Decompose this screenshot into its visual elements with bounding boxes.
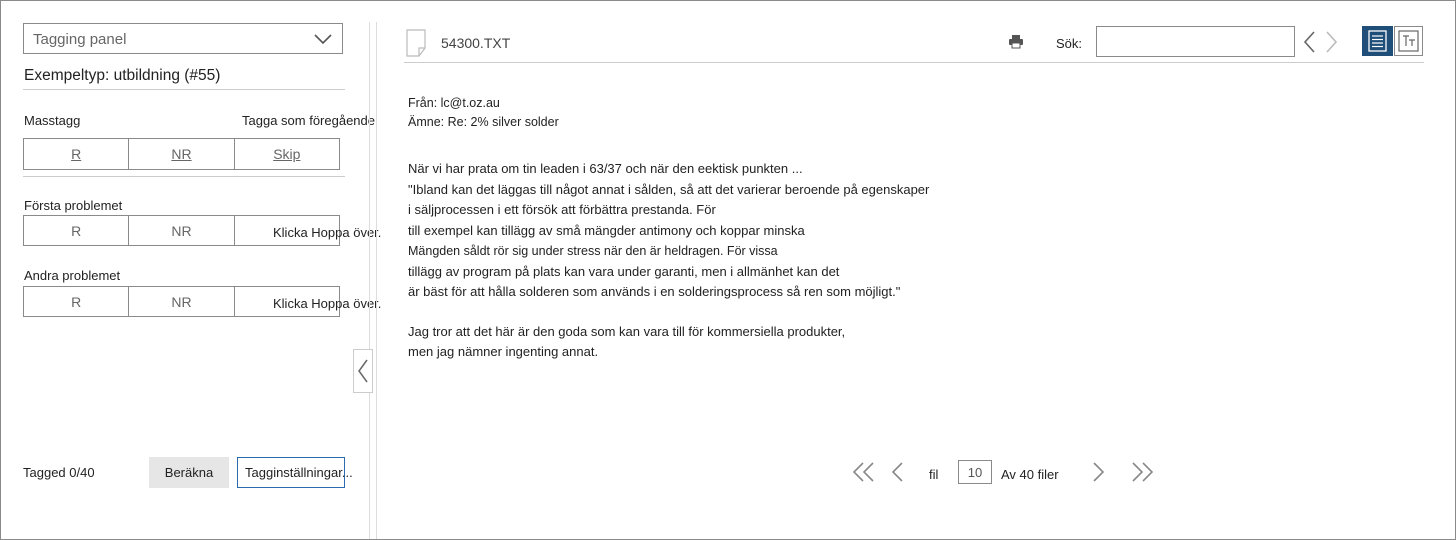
panel-splitter[interactable]	[369, 22, 370, 539]
first-page-icon[interactable]	[852, 461, 876, 483]
body-line: Mängden såldt rör sig under stress när d…	[408, 244, 778, 258]
text-format-icon	[1398, 30, 1419, 52]
page-number-input[interactable]	[958, 460, 992, 484]
divider	[23, 176, 345, 177]
body-line: till exempel kan tillägg av små mängder …	[408, 222, 805, 238]
body-line: tillägg av program på plats kan vara und…	[408, 263, 840, 279]
body-line: i säljprocessen i ett försök att förbätt…	[408, 202, 716, 217]
email-subject: Ämne: Re: 2% silver solder	[408, 114, 559, 129]
mass-tag-buttons: R NR Skip	[23, 138, 340, 170]
problem-2-label: Andra problemet	[24, 268, 121, 283]
body-line: är bäst för att hålla solderen som använ…	[408, 284, 901, 299]
tag-settings-button[interactable]: Tagginställningar...	[237, 457, 353, 488]
chevron-left-icon	[358, 359, 368, 383]
tag-as-previous-label: Tagga som föregående	[242, 113, 375, 128]
search-previous-icon[interactable]	[1302, 30, 1318, 54]
dropdown-label: Tagging panel	[33, 31, 127, 48]
pager-total-label: Av 40 filer	[1001, 467, 1059, 482]
closing-line: Jag tror att det här är den goda som kan…	[408, 323, 846, 339]
last-page-icon[interactable]	[1130, 461, 1154, 483]
divider	[23, 89, 345, 90]
search-input[interactable]	[1096, 26, 1295, 57]
mass-tag-label: Masstagg	[24, 113, 81, 128]
document-lines-icon	[1368, 30, 1387, 52]
document-header-divider	[404, 62, 1424, 63]
body-line: När vi har prata om tin leaden i 63/37 o…	[408, 161, 803, 176]
previous-page-icon[interactable]	[890, 461, 906, 483]
email-content: Från: lc@t.oz.au Ämne: Re: 2% silver sol…	[408, 93, 929, 363]
text-view-button[interactable]	[1362, 26, 1393, 56]
search-next-icon[interactable]	[1324, 30, 1340, 54]
collapse-panel-button[interactable]	[353, 349, 373, 393]
body-line: "Ibland kan det läggas till något annat …	[408, 181, 930, 197]
problem-1-label: Första problemet	[24, 198, 123, 213]
problem-2-nr-button[interactable]: NR	[129, 287, 235, 316]
mass-tag-r-button[interactable]: R	[24, 139, 130, 169]
file-name: 54300.TXT	[441, 35, 511, 51]
problem-2-r-button[interactable]: R	[24, 287, 130, 316]
problem-2-skip-hint: Klicka Hoppa över.	[273, 296, 382, 311]
search-label: Sök:	[1056, 36, 1083, 51]
document-icon	[406, 29, 426, 57]
closing-line: men jag nämner ingenting annat.	[408, 344, 599, 359]
problem-1-nr-button[interactable]: NR	[129, 216, 235, 245]
example-type-title: Exempeltyp: utbildning (#55)	[24, 67, 221, 84]
chevron-down-icon	[314, 34, 332, 45]
print-icon[interactable]	[1008, 34, 1024, 49]
problem-1-r-button[interactable]: R	[24, 216, 130, 245]
mass-tag-skip-button[interactable]: Skip	[235, 139, 339, 169]
pager-file-label: fil	[929, 467, 939, 482]
tagged-count: Tagged 0/40	[23, 465, 95, 480]
calculate-button[interactable]: Beräkna	[149, 457, 229, 488]
panel-splitter-edge	[376, 22, 377, 539]
problem-1-skip-hint: Klicka Hoppa över.	[273, 225, 382, 240]
formatted-view-button[interactable]	[1394, 26, 1423, 56]
email-from: Från: lc@t.oz.au	[408, 96, 500, 110]
tagging-panel-dropdown[interactable]: Tagging panel	[23, 23, 343, 54]
next-page-icon[interactable]	[1090, 461, 1106, 483]
mass-tag-nr-button[interactable]: NR	[129, 139, 235, 169]
